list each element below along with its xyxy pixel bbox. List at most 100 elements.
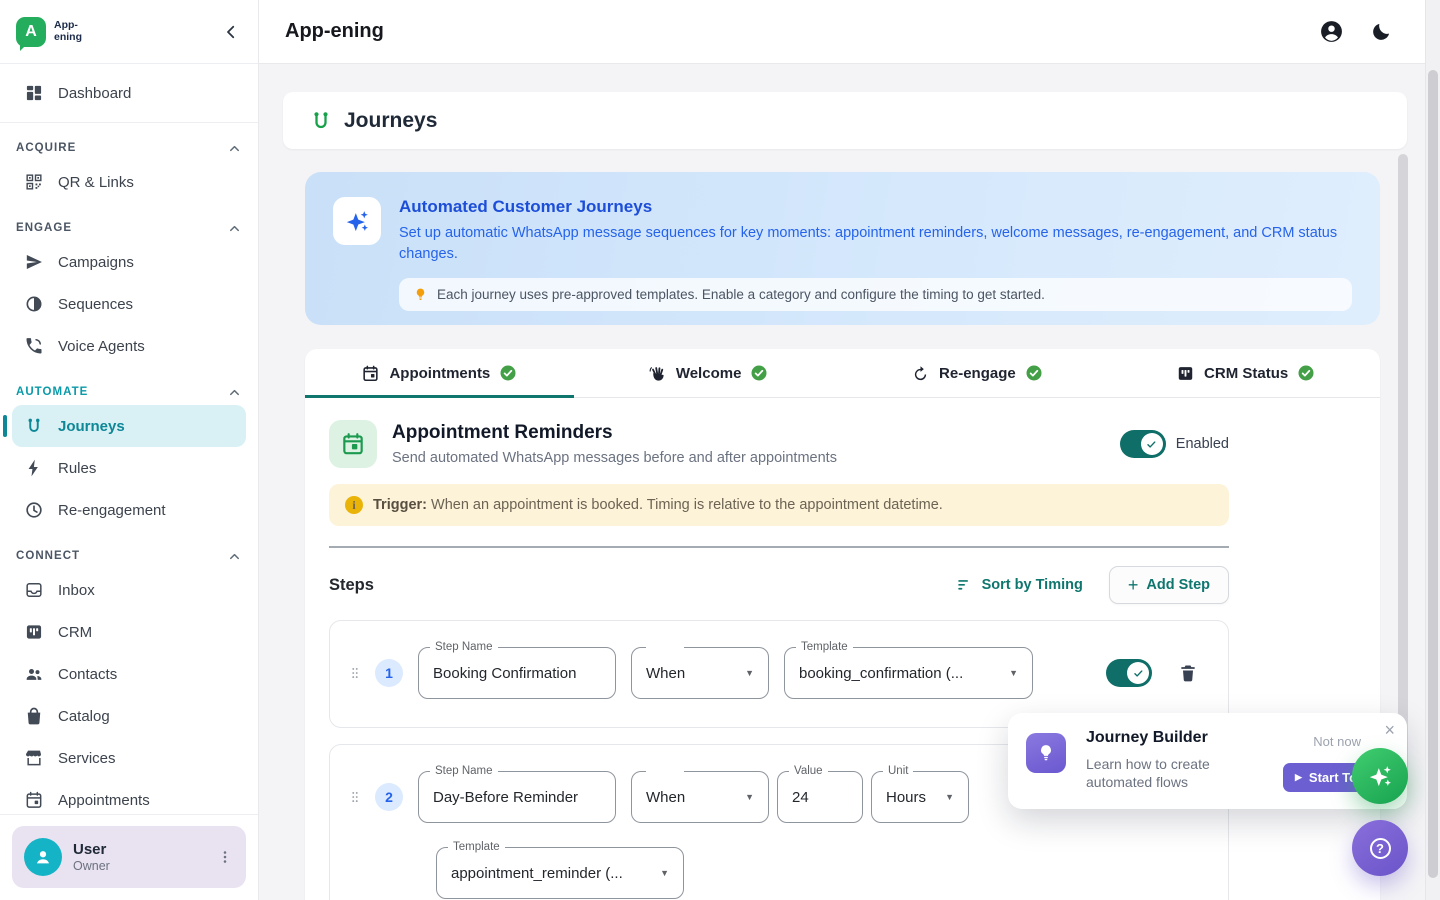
drag-handle-icon[interactable] xyxy=(348,666,362,680)
field-label: Template xyxy=(448,840,505,855)
field-label: Unit xyxy=(883,764,913,779)
sidebar-section-automate[interactable]: AUTOMATE xyxy=(0,379,258,405)
panel-scrollbar-thumb[interactable] xyxy=(1398,154,1408,782)
sidebar-item-label: Dashboard xyxy=(58,85,131,102)
sidebar-item-voice-agents[interactable]: Voice Agents xyxy=(12,325,246,367)
tab-welcome[interactable]: Welcome xyxy=(574,349,843,397)
sort-by-timing-button[interactable]: Sort by Timing xyxy=(956,576,1083,594)
help-fab[interactable]: ? xyxy=(1352,820,1408,876)
add-step-button[interactable]: + Add Step xyxy=(1109,566,1229,604)
sidebar-item-appointments[interactable]: Appointments xyxy=(12,779,246,814)
when-select[interactable]: When ▼ xyxy=(631,771,769,823)
lightbulb-icon xyxy=(413,287,428,302)
ai-assistant-fab[interactable] xyxy=(1352,748,1408,804)
sidebar-collapse-button[interactable] xyxy=(222,23,240,41)
sidebar-item-label: Catalog xyxy=(58,708,110,725)
sidebar-item-contacts[interactable]: Contacts xyxy=(12,653,246,695)
sidebar-item-crm[interactable]: CRM xyxy=(12,611,246,653)
value-field[interactable]: Value 24 xyxy=(777,771,863,823)
unit-select[interactable]: Unit Hours ▼ xyxy=(871,771,969,823)
not-now-button[interactable]: Not now xyxy=(1313,734,1361,749)
toggle-knob xyxy=(1141,433,1163,455)
step-card-1: 1 Step Name Booking Confirmation When ▼ … xyxy=(329,620,1229,728)
storefront-icon xyxy=(24,748,44,768)
sidebar-item-label: CRM xyxy=(58,624,92,641)
qr-code-icon xyxy=(24,172,44,192)
shopping-bag-icon xyxy=(24,706,44,726)
user-name: User xyxy=(73,841,110,858)
tab-re-engage[interactable]: Re-engage xyxy=(843,349,1112,397)
step-name-field[interactable]: Step Name Booking Confirmation xyxy=(418,647,616,699)
caret-down-icon: ▼ xyxy=(1001,668,1018,678)
sidebar-item-journeys[interactable]: Journeys xyxy=(12,405,246,447)
inbox-icon xyxy=(24,580,44,600)
banner-description: Set up automatic WhatsApp message sequen… xyxy=(399,223,1352,266)
sidebar-item-re-engagement[interactable]: Re-engagement xyxy=(12,489,246,531)
enabled-toggle[interactable] xyxy=(1120,430,1166,458)
caret-down-icon: ▼ xyxy=(937,792,954,802)
sidebar-item-rules[interactable]: Rules xyxy=(12,447,246,489)
field-label xyxy=(646,646,684,650)
appointment-reminders-header: Appointment Reminders Send automated Wha… xyxy=(329,420,1229,468)
sidebar-section-acquire[interactable]: ACQUIRE xyxy=(0,135,258,161)
delete-step-icon[interactable] xyxy=(1178,663,1198,683)
sidebar-item-label: Re-engagement xyxy=(58,502,166,519)
app-logo-text: App- ening xyxy=(54,20,82,43)
when-select[interactable]: When ▼ xyxy=(631,647,769,699)
sidebar-item-dashboard[interactable]: Dashboard xyxy=(12,72,246,114)
tab-crm-status[interactable]: CRM Status xyxy=(1111,349,1380,397)
sidebar-item-campaigns[interactable]: Campaigns xyxy=(12,241,246,283)
toast-title: Journey Builder xyxy=(1086,729,1208,747)
field-value: Day-Before Reminder xyxy=(433,789,578,806)
page-scrollbar-thumb[interactable] xyxy=(1428,70,1438,878)
check-badge-icon xyxy=(499,364,517,382)
sidebar-item-sequences[interactable]: Sequences xyxy=(12,283,246,325)
sidebar-section-connect[interactable]: CONNECT xyxy=(0,543,258,569)
field-label xyxy=(646,770,684,774)
sidebar-item-label: Inbox xyxy=(58,582,95,599)
app-logo-icon: A xyxy=(16,17,46,47)
sidebar-section-engage[interactable]: ENGAGE xyxy=(0,215,258,241)
caret-down-icon: ▼ xyxy=(737,668,754,678)
user-menu-button[interactable] xyxy=(216,848,234,866)
account-icon[interactable] xyxy=(1319,19,1344,44)
toast-body: Learn how to create automated flows xyxy=(1086,755,1256,791)
page-title: Journeys xyxy=(344,109,437,133)
sort-icon xyxy=(956,576,974,594)
play-icon: ▶ xyxy=(1295,772,1302,783)
clock-icon xyxy=(24,500,44,520)
template-select[interactable]: Template booking_confirmation (... ▼ xyxy=(784,647,1033,699)
journey-builder-toast: Journey Builder Learn how to create auto… xyxy=(1008,713,1407,809)
sidebar-nav: Dashboard ACQUIRE QR & Links ENGAGE Camp… xyxy=(0,64,258,814)
sparkles-icon xyxy=(1367,763,1394,790)
chevron-up-icon xyxy=(227,221,242,236)
main-content: Journeys Automated Customer Journeys Set… xyxy=(259,64,1440,900)
template-select[interactable]: Template appointment_reminder (... ▼ xyxy=(436,847,684,899)
field-value: booking_confirmation (... xyxy=(799,665,963,682)
user-role: Owner xyxy=(73,859,110,873)
sidebar-item-qr-links[interactable]: QR & Links xyxy=(12,161,246,203)
field-label: Template xyxy=(796,640,853,655)
sidebar-item-inbox[interactable]: Inbox xyxy=(12,569,246,611)
trigger-banner: i Trigger: When an appointment is booked… xyxy=(329,484,1229,526)
user-card[interactable]: User Owner xyxy=(12,826,246,888)
check-badge-icon xyxy=(750,364,768,382)
person-icon xyxy=(32,846,54,868)
section-title: Appointment Reminders xyxy=(392,422,837,444)
sequence-icon xyxy=(24,294,44,314)
drag-handle-icon[interactable] xyxy=(348,790,362,804)
dark-mode-icon[interactable] xyxy=(1370,21,1392,43)
field-label: Value xyxy=(789,764,828,779)
plus-icon: + xyxy=(1128,576,1139,594)
field-label: Step Name xyxy=(430,764,498,779)
chevron-up-icon xyxy=(227,141,242,156)
calendar-icon xyxy=(361,364,380,383)
step-name-field[interactable]: Step Name Day-Before Reminder xyxy=(418,771,616,823)
sidebar-item-label: QR & Links xyxy=(58,174,134,191)
step-enabled-toggle[interactable] xyxy=(1106,659,1152,687)
close-icon[interactable]: × xyxy=(1384,721,1395,739)
sidebar-item-services[interactable]: Services xyxy=(12,737,246,779)
tab-appointments[interactable]: Appointments xyxy=(305,349,574,397)
waving-hand-icon xyxy=(648,364,667,383)
sidebar-item-catalog[interactable]: Catalog xyxy=(12,695,246,737)
